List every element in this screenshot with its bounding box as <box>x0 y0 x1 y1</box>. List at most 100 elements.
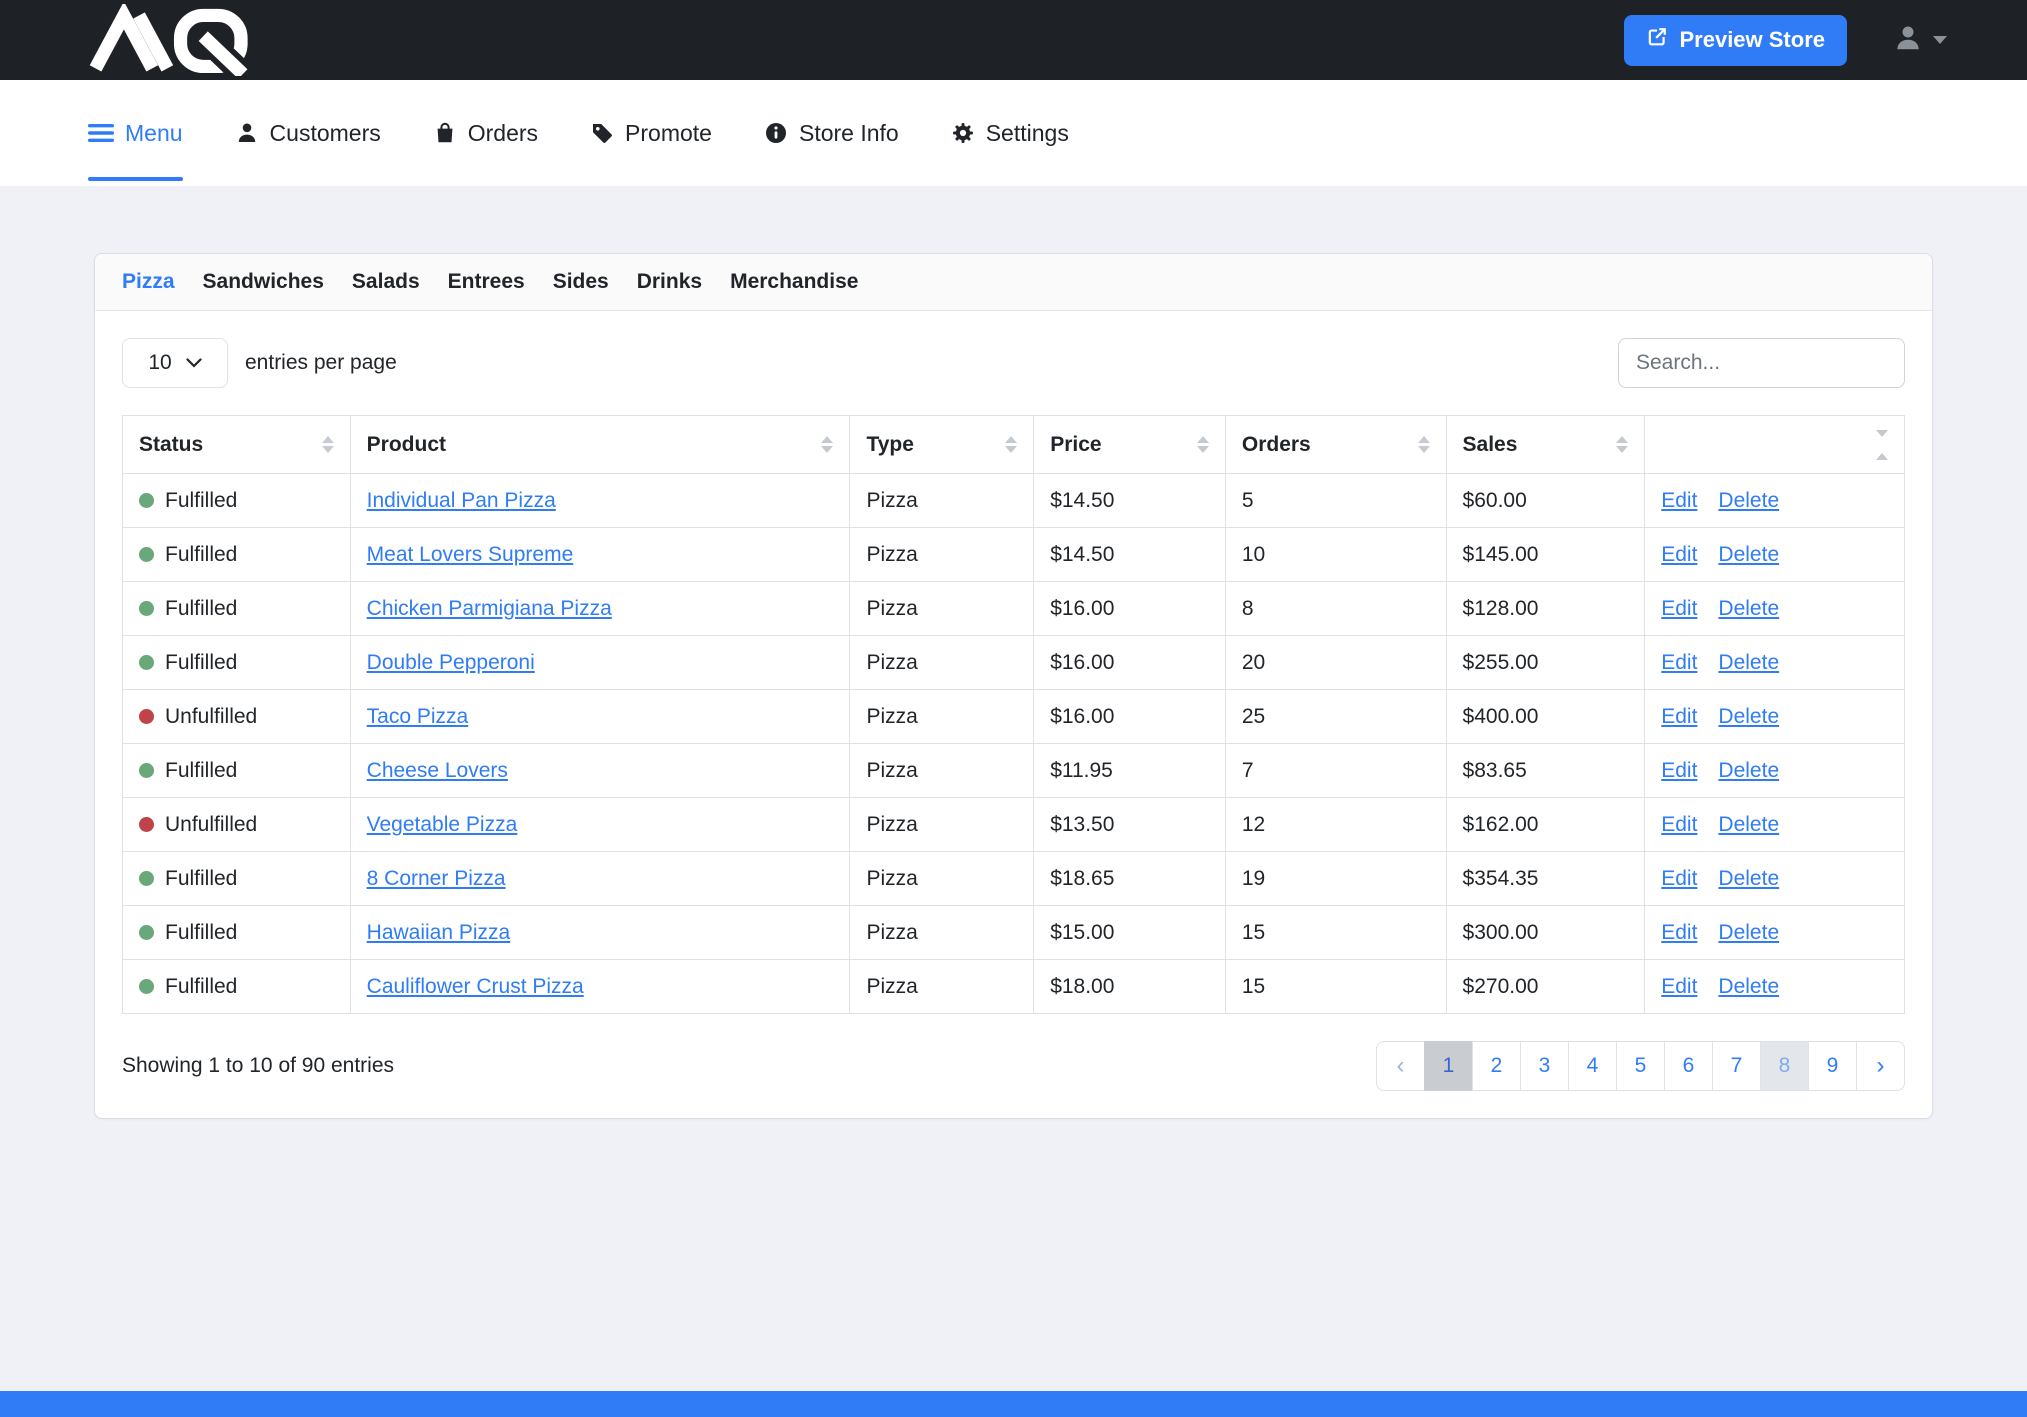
preview-store-label: Preview Store <box>1679 27 1825 53</box>
tab-sides[interactable]: Sides <box>553 270 609 294</box>
col-header-orders[interactable]: Orders <box>1225 416 1446 474</box>
edit-link[interactable]: Edit <box>1661 651 1697 674</box>
pagination-page-7[interactable]: 7 <box>1712 1041 1761 1091</box>
pagination-next-button[interactable]: › <box>1856 1041 1905 1091</box>
actions-cell: Edit Delete <box>1645 690 1905 744</box>
category-tabs: Pizza Sandwiches Salads Entrees Sides Dr… <box>95 254 1932 311</box>
product-link[interactable]: Chicken Parmigiana Pizza <box>367 597 612 620</box>
product-cell: Taco Pizza <box>350 690 850 744</box>
nav-item-promote[interactable]: Promote <box>590 80 712 186</box>
table-row: Fulfilled Chicken Parmigiana Pizza Pizza… <box>123 582 1905 636</box>
tab-sandwiches[interactable]: Sandwiches <box>203 270 324 294</box>
orders-cell: 19 <box>1225 852 1446 906</box>
sort-icon <box>1197 436 1209 453</box>
col-header-sales[interactable]: Sales <box>1446 416 1645 474</box>
nav-item-store-info[interactable]: Store Info <box>764 80 899 186</box>
delete-link[interactable]: Delete <box>1718 867 1779 890</box>
bag-icon <box>433 121 457 145</box>
delete-link[interactable]: Delete <box>1718 759 1779 782</box>
edit-link[interactable]: Edit <box>1661 597 1697 620</box>
product-link[interactable]: Vegetable Pizza <box>367 813 518 836</box>
delete-link[interactable]: Delete <box>1718 921 1779 944</box>
product-link[interactable]: Double Pepperoni <box>367 651 535 674</box>
nav-item-settings[interactable]: Settings <box>951 80 1069 186</box>
status-dot-fulfilled <box>139 763 154 778</box>
actions-cell: Edit Delete <box>1645 798 1905 852</box>
product-link[interactable]: Cauliflower Crust Pizza <box>367 975 584 998</box>
store-logo[interactable] <box>88 4 258 76</box>
search-input[interactable] <box>1618 338 1905 388</box>
product-link[interactable]: Cheese Lovers <box>367 759 508 782</box>
sales-cell: $145.00 <box>1446 528 1645 582</box>
product-link[interactable]: Taco Pizza <box>367 705 469 728</box>
preview-store-button[interactable]: Preview Store <box>1624 15 1847 66</box>
page-content: Pizza Sandwiches Salads Entrees Sides Dr… <box>0 186 2027 1391</box>
col-header-product[interactable]: Product <box>350 416 850 474</box>
pagination-prev-button[interactable]: ‹ <box>1376 1041 1425 1091</box>
user-menu-dropdown[interactable] <box>1893 23 1947 58</box>
sales-cell: $162.00 <box>1446 798 1645 852</box>
type-cell: Pizza <box>850 906 1034 960</box>
delete-link[interactable]: Delete <box>1718 705 1779 728</box>
tab-entrees[interactable]: Entrees <box>448 270 525 294</box>
edit-link[interactable]: Edit <box>1661 489 1697 512</box>
col-header-type[interactable]: Type <box>850 416 1034 474</box>
delete-link[interactable]: Delete <box>1718 975 1779 998</box>
delete-link[interactable]: Delete <box>1718 543 1779 566</box>
delete-link[interactable]: Delete <box>1718 489 1779 512</box>
sort-icon <box>1005 436 1017 453</box>
type-cell: Pizza <box>850 744 1034 798</box>
pagination-page-8[interactable]: 8 <box>1760 1041 1809 1091</box>
table-controls: 10 entries per page <box>122 338 1905 388</box>
delete-link[interactable]: Delete <box>1718 813 1779 836</box>
orders-cell: 12 <box>1225 798 1446 852</box>
edit-link[interactable]: Edit <box>1661 921 1697 944</box>
edit-link[interactable]: Edit <box>1661 705 1697 728</box>
actions-cell: Edit Delete <box>1645 636 1905 690</box>
pagination-page-1[interactable]: 1 <box>1424 1041 1473 1091</box>
status-cell: Fulfilled <box>123 960 351 1014</box>
nav-item-customers[interactable]: Customers <box>235 80 381 186</box>
col-header-price[interactable]: Price <box>1034 416 1226 474</box>
chevron-down-icon <box>186 358 202 368</box>
status-cell: Fulfilled <box>123 906 351 960</box>
nav-item-label: Settings <box>986 120 1069 147</box>
delete-link[interactable]: Delete <box>1718 597 1779 620</box>
col-header-actions[interactable] <box>1645 416 1905 474</box>
nav-item-menu[interactable]: Menu <box>88 80 183 186</box>
tab-merchandise[interactable]: Merchandise <box>730 270 858 294</box>
price-cell: $16.00 <box>1034 582 1226 636</box>
page-size-select[interactable]: 10 <box>122 338 228 388</box>
col-header-status[interactable]: Status <box>123 416 351 474</box>
product-link[interactable]: Hawaiian Pizza <box>367 921 511 944</box>
edit-link[interactable]: Edit <box>1661 975 1697 998</box>
nav-item-orders[interactable]: Orders <box>433 80 538 186</box>
delete-link[interactable]: Delete <box>1718 651 1779 674</box>
actions-cell: Edit Delete <box>1645 582 1905 636</box>
sales-cell: $400.00 <box>1446 690 1645 744</box>
sort-icon <box>1876 430 1888 460</box>
product-link[interactable]: 8 Corner Pizza <box>367 867 506 890</box>
tab-salads[interactable]: Salads <box>352 270 420 294</box>
pagination-page-5[interactable]: 5 <box>1616 1041 1665 1091</box>
edit-link[interactable]: Edit <box>1661 543 1697 566</box>
tab-drinks[interactable]: Drinks <box>637 270 702 294</box>
pagination-page-4[interactable]: 4 <box>1568 1041 1617 1091</box>
product-link[interactable]: Individual Pan Pizza <box>367 489 556 512</box>
pagination: ‹ 1 2 3 4 5 6 7 8 9 › <box>1376 1041 1905 1091</box>
edit-link[interactable]: Edit <box>1661 867 1697 890</box>
table-row: Unfulfilled Taco Pizza Pizza $16.00 25 $… <box>123 690 1905 744</box>
sales-cell: $354.35 <box>1446 852 1645 906</box>
sales-cell: $128.00 <box>1446 582 1645 636</box>
pagination-page-3[interactable]: 3 <box>1520 1041 1569 1091</box>
edit-link[interactable]: Edit <box>1661 759 1697 782</box>
tab-pizza[interactable]: Pizza <box>122 270 175 294</box>
pagination-page-6[interactable]: 6 <box>1664 1041 1713 1091</box>
edit-link[interactable]: Edit <box>1661 813 1697 836</box>
product-link[interactable]: Meat Lovers Supreme <box>367 543 574 566</box>
main-nav: Menu Customers Orders Promote <box>0 80 2027 186</box>
status-cell: Unfulfilled <box>123 690 351 744</box>
pagination-page-2[interactable]: 2 <box>1472 1041 1521 1091</box>
info-icon <box>764 121 788 145</box>
pagination-page-9[interactable]: 9 <box>1808 1041 1857 1091</box>
